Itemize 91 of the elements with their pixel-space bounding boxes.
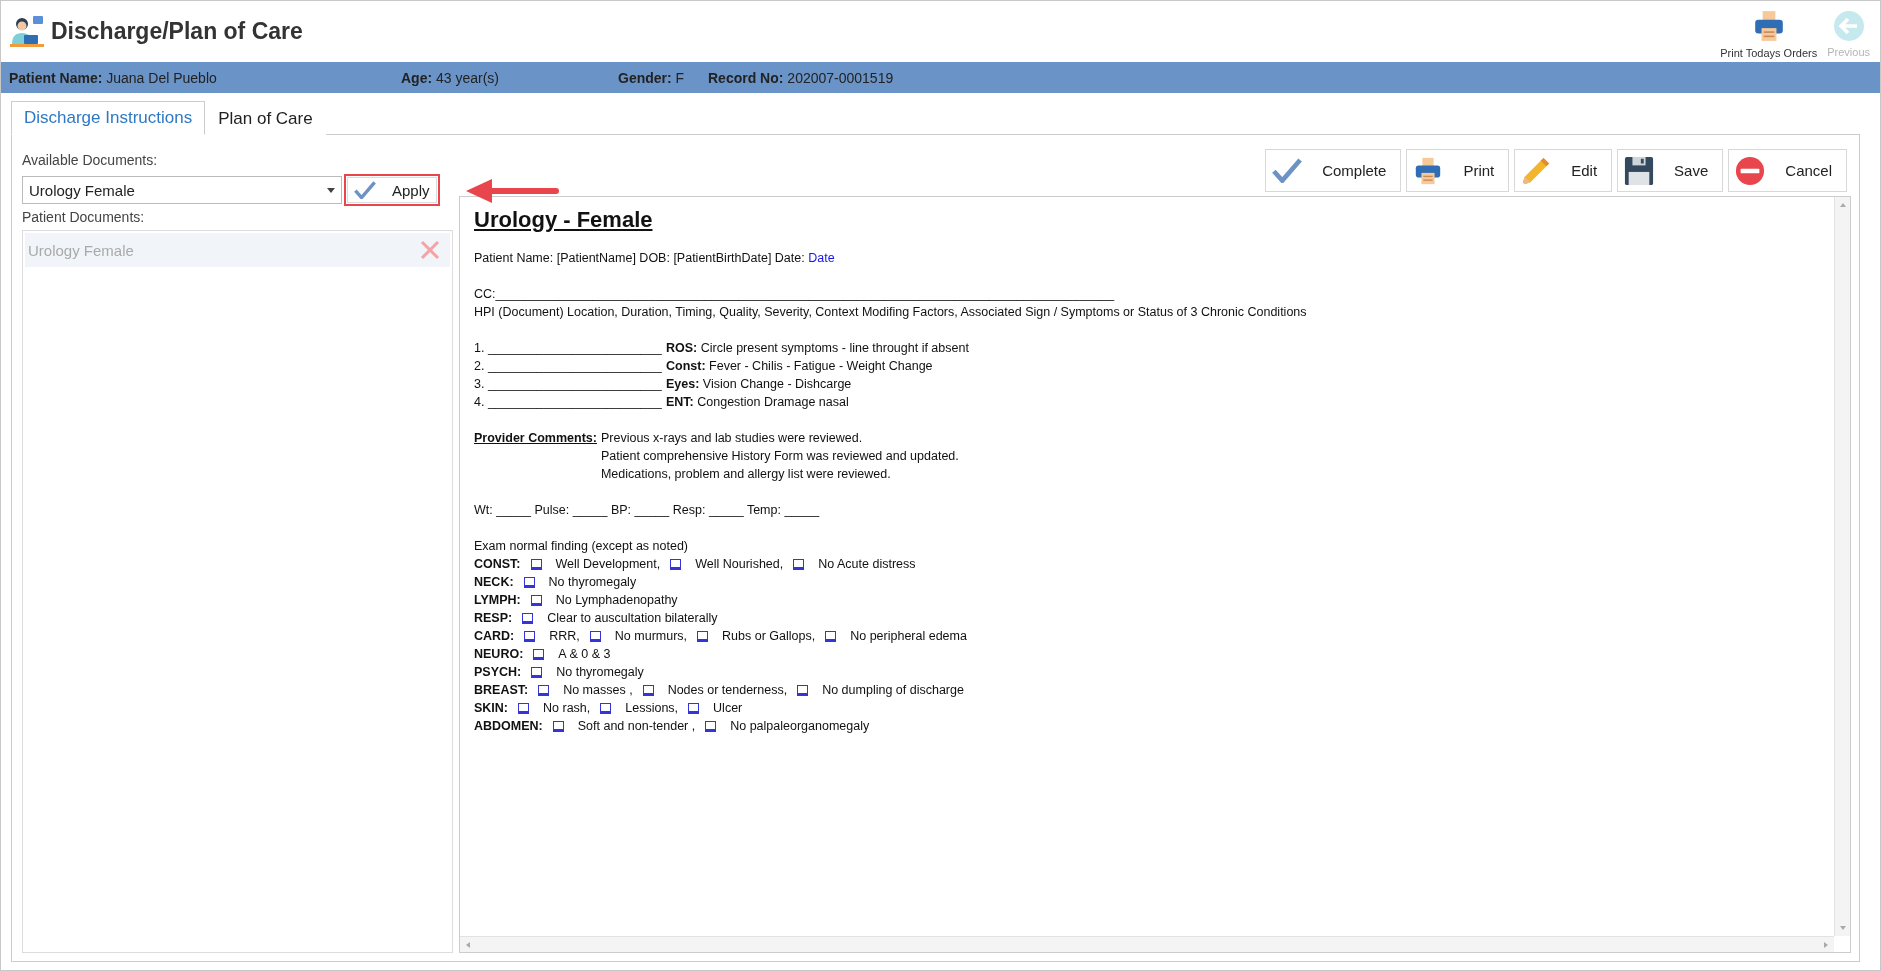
- toolbar-button[interactable]: Print: [1406, 149, 1510, 192]
- document-text: 4. _________________________: [474, 394, 663, 411]
- checkbox[interactable]: [523, 576, 535, 588]
- document-text: HPI (Document) Location, Duration, Timing, Quality, Severity, Context Modifing Factors, Associated Sign / Symptoms or Status of 3 Chronic Conditions: [474, 304, 1308, 321]
- page-title: Discharge/Plan of Care: [51, 18, 303, 45]
- document-title: Urology - Female: [474, 206, 654, 234]
- exam-finding: No thyromegaly: [556, 664, 644, 681]
- checkbox[interactable]: [705, 720, 717, 732]
- print-orders-button[interactable]: Print Todays Orders: [1718, 8, 1820, 59]
- document-text: Wt: _____ Pulse: _____ BP: _____ Resp: _____ Temp: _____: [474, 502, 821, 519]
- exam-finding: No palpaleorganomegaly: [730, 718, 870, 735]
- patient-info: Gender: F: [618, 69, 686, 86]
- date-link[interactable]: Date: [808, 251, 835, 265]
- checkbox[interactable]: [518, 702, 530, 714]
- checkbox[interactable]: [538, 684, 550, 696]
- field-label: Available Documents:: [22, 151, 159, 170]
- exam-label: LYMPH:: [474, 592, 521, 609]
- document-text: Medications, problem and allergy list were reviewed.: [600, 466, 892, 483]
- document-text: Eyes: Vision Change - Dishcarge: [666, 376, 853, 393]
- exam-finding: A & 0 & 3: [558, 646, 611, 663]
- document-text: ENT: Congestion Dramage nasal: [666, 394, 850, 411]
- document-text: 2. _________________________: [474, 358, 663, 375]
- exam-finding: No peripheral edema: [850, 628, 967, 645]
- exam-finding: Well Nourished,: [695, 556, 784, 573]
- exam-label: SKIN:: [474, 700, 509, 717]
- exam-finding: No thyromegaly: [548, 574, 637, 591]
- exam-finding: No dumpling of discharge: [822, 682, 964, 699]
- cancel-icon: [1735, 155, 1766, 186]
- patient-info: Record No: 202007-0001519: [708, 69, 895, 86]
- document-text: 1. _________________________: [474, 340, 663, 357]
- document-text: CC:_________________________________________________________________________________________: [474, 286, 1116, 303]
- toolbar-button[interactable]: Save: [1617, 149, 1724, 192]
- exam-label: RESP:: [474, 610, 513, 627]
- exam-finding: Well Development,: [555, 556, 661, 573]
- exam-finding: RRR,: [549, 628, 580, 645]
- checkbox[interactable]: [531, 666, 543, 678]
- checkbox[interactable]: [533, 648, 545, 660]
- field-label: Patient Documents:: [22, 208, 146, 227]
- checkbox[interactable]: [825, 630, 837, 642]
- exam-finding: No masses ,: [563, 682, 633, 699]
- exam-finding: Soft and non-tender ,: [577, 718, 696, 735]
- check-icon: [354, 180, 376, 200]
- checkbox[interactable]: [688, 702, 700, 714]
- toolbar-button[interactable]: Complete: [1265, 149, 1402, 192]
- checkbox[interactable]: [670, 558, 682, 570]
- exam-finding: Lessions,: [625, 700, 679, 717]
- checkbox[interactable]: [524, 630, 536, 642]
- document-text: Patient Name: [PatientName] DOB: [PatientBirthDate] Date: Date: [474, 250, 836, 267]
- exam-finding: Clear to auscultation bilaterally: [547, 610, 718, 627]
- comments-label: Provider Comments:: [474, 430, 597, 447]
- person-laptop-icon: [9, 13, 45, 50]
- toolbar-button[interactable]: Edit: [1514, 149, 1613, 192]
- pencil-icon: [1521, 155, 1552, 186]
- exam-finding: No Lymphadenopathy: [555, 592, 678, 609]
- exam-finding: Nodes or tenderness,: [667, 682, 788, 699]
- document-text: ROS: Circle present symptoms - line throught if absent: [666, 340, 970, 357]
- exam-label: NEURO:: [474, 646, 524, 663]
- exam-finding: No rash,: [543, 700, 591, 717]
- checkbox[interactable]: [797, 684, 809, 696]
- document-text: Exam normal finding (except as noted): [474, 538, 689, 555]
- patient-info: Age: 43 year(s): [401, 69, 501, 86]
- checkbox[interactable]: [552, 720, 564, 732]
- patient-info: Patient Name: Juana Del Pueblo: [9, 69, 218, 86]
- checkbox[interactable]: [642, 684, 654, 696]
- toolbar-button[interactable]: Cancel: [1728, 149, 1847, 192]
- exam-finding: No murmurs,: [614, 628, 688, 645]
- exam-label: PSYCH:: [474, 664, 522, 681]
- checkbox[interactable]: [697, 630, 709, 642]
- exam-label: CARD:: [474, 628, 515, 645]
- exam-label: CONST:: [474, 556, 521, 573]
- exam-label: NECK:: [474, 574, 514, 591]
- apply-button[interactable]: Apply: [347, 177, 437, 203]
- document-text: Patient comprehensive History Form was reviewed and updated.: [600, 448, 959, 465]
- exam-finding: Rubs or Gallops,: [722, 628, 816, 645]
- document-dropdown[interactable]: Urology Female: [22, 176, 342, 204]
- checkbox[interactable]: [530, 594, 542, 606]
- checkbox[interactable]: [600, 702, 612, 714]
- document-text: Const: Fever - Chilis - Fatigue - Weight Change: [666, 358, 934, 375]
- checkbox[interactable]: [522, 612, 534, 624]
- checkbox[interactable]: [793, 558, 805, 570]
- document-text: Previous x-rays and lab studies were reviewed.: [600, 430, 864, 447]
- exam-finding: No Acute distress: [818, 556, 916, 573]
- caret-icon: [327, 187, 335, 193]
- exam-label: ABDOMEN:: [474, 718, 543, 735]
- exam-label: BREAST:: [474, 682, 529, 699]
- check-icon: [1272, 157, 1303, 184]
- checkbox[interactable]: [589, 630, 601, 642]
- exam-finding: Ulcer: [713, 700, 743, 717]
- document-text: 3. _________________________: [474, 376, 663, 393]
- checkbox[interactable]: [530, 558, 542, 570]
- tab[interactable]: Discharge Instructions: [11, 101, 206, 135]
